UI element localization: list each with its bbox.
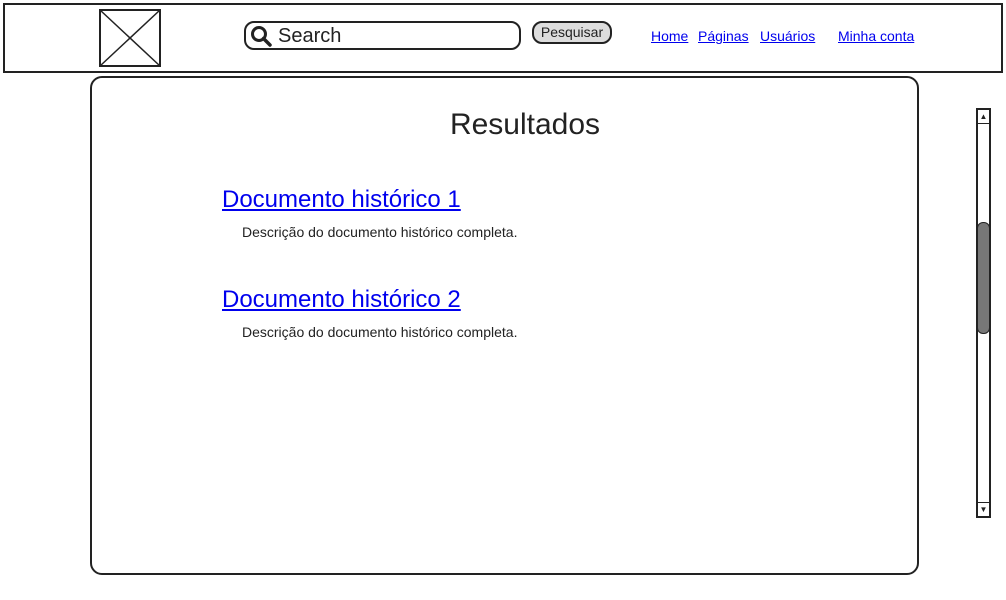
nav-link-users[interactable]: Usuários [760, 28, 815, 44]
results-panel: Resultados Documento histórico 1 Descriç… [90, 76, 919, 575]
scroll-thumb[interactable] [977, 222, 990, 335]
nav-link-pages[interactable]: Páginas [698, 28, 749, 44]
search-box [244, 21, 521, 50]
result-item: Documento histórico 1 Descrição do docum… [222, 186, 517, 240]
header-bar: Pesquisar Home Páginas Usuários Minha co… [3, 3, 1003, 73]
scroll-up-arrow-icon[interactable]: ▲ [978, 110, 989, 124]
nav-link-my-account[interactable]: Minha conta [838, 28, 914, 44]
page: Pesquisar Home Páginas Usuários Minha co… [0, 0, 1006, 600]
result-title-link[interactable]: Documento histórico 2 [222, 286, 517, 314]
vertical-scrollbar[interactable]: ▲ ▼ [976, 108, 991, 518]
result-title-link[interactable]: Documento histórico 1 [222, 186, 517, 214]
nav-link-home[interactable]: Home [651, 28, 688, 44]
search-icon [251, 26, 272, 47]
scroll-down-arrow-icon[interactable]: ▼ [978, 502, 989, 516]
image-placeholder-icon [99, 9, 161, 67]
result-description: Descrição do documento histórico complet… [242, 324, 518, 340]
search-button[interactable]: Pesquisar [532, 21, 612, 44]
result-description: Descrição do documento histórico complet… [242, 224, 518, 240]
search-input[interactable] [278, 25, 514, 47]
result-item: Documento histórico 2 Descrição do docum… [222, 286, 517, 340]
page-title: Resultados [449, 108, 601, 141]
